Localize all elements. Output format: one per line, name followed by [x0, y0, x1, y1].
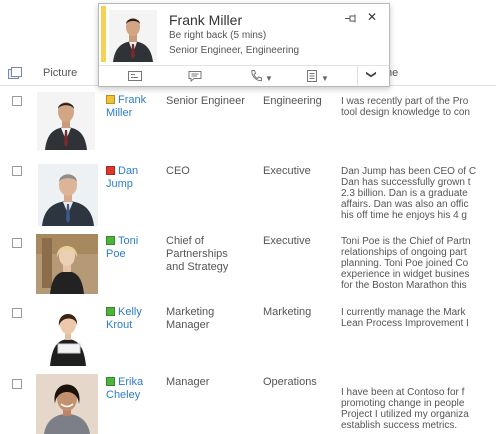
row-checkbox[interactable]: [12, 166, 22, 176]
about-me-text: I currently manage the Mark Lean Process…: [341, 307, 469, 329]
chevron-down-icon: ▼: [321, 74, 329, 83]
document-icon: [307, 70, 317, 82]
job-title: Chief of Partnerships and Strategy: [166, 235, 229, 273]
send-im-action[interactable]: [187, 69, 203, 84]
chevron-down-icon: ▼: [265, 74, 273, 83]
presence-available-icon: [106, 236, 115, 245]
pin-icon[interactable]: [345, 13, 357, 25]
table-row: Frank Miller Senior Engineer Engineering…: [0, 90, 496, 154]
job-title: Manager: [166, 376, 210, 388]
table-row: Kelly Krout Marketing Manager Marketing …: [0, 302, 496, 368]
person-name-link[interactable]: Kelly Krout: [106, 306, 162, 332]
expand-card-chevron-icon[interactable]: ❯: [366, 70, 377, 78]
presence-away-bar: [101, 6, 106, 62]
presence-busy-icon: [106, 166, 115, 175]
table-row: Erika Cheley Manager Operations I have b…: [0, 372, 496, 434]
contact-card-popup: Frank Miller Be right back (5 mins) Seni…: [98, 3, 390, 87]
person-photo: [40, 304, 96, 366]
person-name-link[interactable]: Erika Cheley: [106, 376, 162, 402]
person-name-link[interactable]: Frank Miller: [106, 94, 162, 120]
contact-card-photo: [109, 10, 157, 62]
person-name-link[interactable]: Toni Poe: [106, 235, 162, 261]
more-details-action[interactable]: ▼: [305, 69, 329, 84]
contact-card-role: Senior Engineer, Engineering: [169, 45, 300, 56]
about-me-text: Toni Poe is the Chief of Partn relations…: [341, 236, 471, 291]
column-header-picture[interactable]: Picture: [43, 67, 77, 79]
about-me-text: Dan Jump has been CEO of C Dan has succe…: [341, 166, 477, 221]
about-me-text: I was recently part of the Pro tool desi…: [341, 96, 470, 118]
job-title: Senior Engineer: [166, 95, 245, 107]
department: Engineering: [263, 95, 322, 107]
contact-card-action[interactable]: [127, 69, 143, 84]
table-row: Toni Poe Chief of Partnerships and Strat…: [0, 234, 496, 296]
department: Operations: [263, 376, 317, 388]
person-photo: [36, 374, 98, 434]
divider: [357, 66, 358, 86]
department: Executive: [263, 165, 311, 177]
contact-card-icon: [128, 71, 142, 81]
select-all-icon[interactable]: [8, 67, 22, 79]
department: Marketing: [263, 306, 312, 318]
chat-icon: [188, 71, 202, 83]
close-icon[interactable]: ✕: [367, 10, 377, 24]
person-name-link[interactable]: Dan Jump: [106, 165, 162, 191]
table-row: Dan Jump CEO Executive Dan Jump has been…: [0, 162, 496, 228]
person-photo: [38, 164, 98, 226]
presence-away-icon: [106, 95, 115, 104]
presence-available-icon: [106, 377, 115, 386]
presence-available-icon: [106, 307, 115, 316]
person-photo: [37, 92, 95, 150]
job-title: Marketing Manager: [166, 306, 215, 331]
contact-card-name[interactable]: Frank Miller: [169, 12, 242, 28]
phone-icon: [251, 70, 262, 82]
about-me-text: I have been at Contoso for f promoting c…: [341, 387, 469, 431]
contact-card-status: Be right back (5 mins): [169, 30, 267, 41]
job-title: CEO: [166, 165, 190, 177]
row-checkbox[interactable]: [12, 379, 22, 389]
row-checkbox[interactable]: [12, 308, 22, 318]
call-action[interactable]: ▼: [249, 69, 273, 84]
person-photo: [36, 234, 98, 294]
contact-card-actions: ▼ ▼ ❯: [99, 65, 389, 86]
row-checkbox[interactable]: [12, 238, 22, 248]
department: Executive: [263, 235, 311, 247]
row-checkbox[interactable]: [12, 96, 22, 106]
